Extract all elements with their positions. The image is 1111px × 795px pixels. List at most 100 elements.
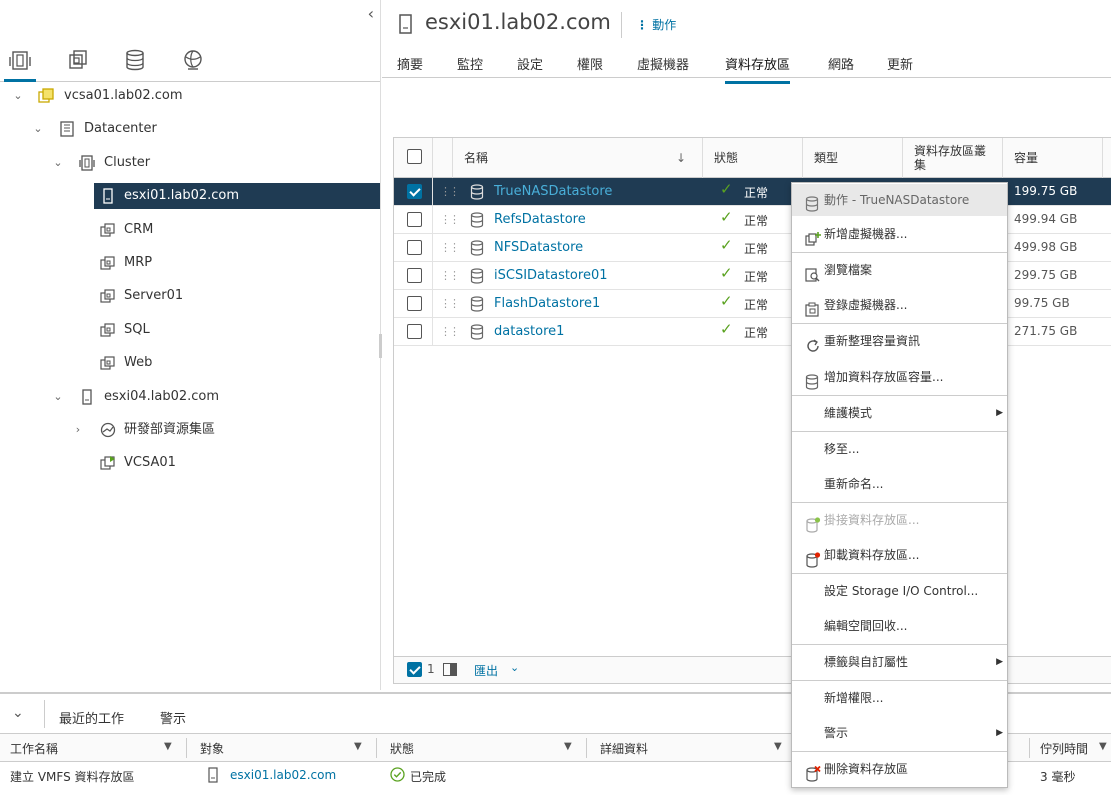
- collapse-panel-icon[interactable]: ⌄: [12, 705, 24, 721]
- column-header-type[interactable]: 類型: [814, 138, 838, 178]
- tab-alarms[interactable]: 警示: [160, 708, 186, 727]
- tree-node-datacenter[interactable]: ⌄ Datacenter: [0, 116, 380, 142]
- row-checkbox[interactable]: [407, 296, 422, 311]
- tree-node-vcenter[interactable]: ⌄ vcsa01.lab02.com: [0, 83, 380, 109]
- datastore-name-link[interactable]: FlashDatastore1: [494, 296, 600, 311]
- filter-icon[interactable]: ▼: [1099, 741, 1107, 752]
- menu-item-tags-attributes[interactable]: 標籤與自訂屬性 ▶: [792, 645, 1007, 679]
- chevron-down-icon[interactable]: ⌄: [31, 116, 45, 142]
- row-checkbox[interactable]: [407, 212, 422, 227]
- menu-item-maintenance-mode[interactable]: 維護模式 ▶: [792, 396, 1007, 430]
- menu-item-storage-io-control[interactable]: 設定 Storage I/O Control...: [792, 574, 1007, 608]
- filter-icon[interactable]: ▼: [564, 741, 572, 752]
- tab-configure[interactable]: 設定: [517, 54, 543, 73]
- datastore-name-link[interactable]: iSCSIDatastore01: [494, 268, 608, 283]
- drag-handle-icon[interactable]: ⋮⋮: [440, 297, 460, 310]
- menu-item-move-to[interactable]: 移至...: [792, 432, 1007, 466]
- tab-updates[interactable]: 更新: [887, 54, 913, 73]
- drag-handle-icon[interactable]: ⋮⋮: [440, 213, 460, 226]
- menu-item-label: 增加資料存放區容量...: [824, 370, 944, 384]
- completed-icon: [390, 767, 405, 785]
- filter-icon[interactable]: ▼: [354, 741, 362, 752]
- chevron-down-icon[interactable]: ⌄: [510, 661, 519, 674]
- task-target-link[interactable]: esxi01.lab02.com: [230, 768, 336, 782]
- menu-item-refresh-capacity[interactable]: 重新整理容量資訊: [792, 324, 1007, 358]
- chevron-down-icon[interactable]: ⌄: [11, 83, 25, 109]
- export-button[interactable]: 匯出: [474, 662, 498, 679]
- tree-node-vm[interactable]: Server01: [0, 283, 380, 309]
- tree-node-label: MRP: [124, 255, 153, 270]
- collapse-navigator-icon[interactable]: ‹: [368, 4, 374, 23]
- drag-handle-icon[interactable]: ⋮⋮: [440, 269, 460, 282]
- menu-item-label: 新增虛擬機器...: [824, 227, 908, 241]
- menu-item-rename[interactable]: 重新命名...: [792, 467, 1007, 501]
- datastore-name-link[interactable]: datastore1: [494, 324, 564, 339]
- tab-vms[interactable]: 虛擬機器: [637, 54, 689, 73]
- panel-splitter[interactable]: [379, 334, 382, 358]
- column-header-details[interactable]: 詳細資料: [600, 740, 648, 757]
- tree-node-cluster[interactable]: ⌄ Cluster: [0, 150, 380, 176]
- tree-node-vm[interactable]: CRM: [0, 217, 380, 243]
- menu-item-unmount-datastore[interactable]: 卸載資料存放區...: [792, 538, 1007, 572]
- vms-templates-tab-icon[interactable]: [64, 48, 92, 74]
- drag-handle-icon[interactable]: ⋮⋮: [440, 185, 460, 198]
- tree-node-vm[interactable]: SQL: [0, 317, 380, 343]
- storage-tab-icon[interactable]: [121, 48, 149, 74]
- tab-monitor[interactable]: 監控: [457, 54, 483, 73]
- tree-node-label: Cluster: [104, 155, 151, 170]
- selected-items-checkbox[interactable]: [407, 662, 422, 677]
- column-header-name[interactable]: 名稱: [464, 138, 488, 178]
- tree-node-host-selected[interactable]: esxi01.lab02.com: [0, 183, 380, 209]
- tab-permissions[interactable]: 權限: [577, 54, 603, 73]
- datastore-name-link[interactable]: NFSDatastore: [494, 240, 583, 255]
- row-checkbox[interactable]: [407, 324, 422, 339]
- actions-menu-button[interactable]: ⋮ 動作: [636, 16, 676, 33]
- column-header-task-name[interactable]: 工作名稱: [10, 740, 58, 757]
- tree-node-resource-pool[interactable]: › 研發部資源集區: [0, 417, 380, 443]
- datastore-name-link[interactable]: TrueNASDatastore: [494, 184, 612, 199]
- tree-node-label: CRM: [124, 222, 154, 237]
- menu-item-new-vm[interactable]: 新增虛擬機器...: [792, 217, 1007, 251]
- column-header-target[interactable]: 對象: [200, 740, 224, 757]
- datastore-name-link[interactable]: RefsDatastore: [494, 212, 586, 227]
- menu-item-browse-files[interactable]: 瀏覽檔案: [792, 253, 1007, 287]
- filter-icon[interactable]: ▼: [164, 741, 172, 752]
- menu-item-register-vm[interactable]: 登錄虛擬機器...: [792, 288, 1007, 322]
- tab-datastores[interactable]: 資料存放區: [725, 54, 791, 84]
- column-header-capacity[interactable]: 容量: [1014, 138, 1038, 178]
- chevron-down-icon[interactable]: ⌄: [51, 150, 65, 176]
- hosts-clusters-tab-icon[interactable]: [4, 48, 36, 82]
- tab-summary[interactable]: 摘要: [397, 54, 423, 73]
- chevron-right-icon[interactable]: ›: [71, 417, 85, 443]
- filter-icon[interactable]: ▼: [774, 741, 782, 752]
- column-header-status[interactable]: 狀態: [714, 138, 738, 178]
- networking-tab-icon[interactable]: [179, 48, 207, 74]
- drag-handle-icon[interactable]: ⋮⋮: [440, 325, 460, 338]
- menu-item-alarms[interactable]: 警示 ▶: [792, 716, 1007, 750]
- row-checkbox[interactable]: [407, 268, 422, 283]
- tree-node-label: SQL: [124, 322, 150, 337]
- sort-down-icon[interactable]: ↓: [676, 138, 686, 178]
- menu-item-delete-datastore[interactable]: 刪除資料存放區: [792, 752, 1007, 786]
- tab-networks[interactable]: 網路: [828, 54, 854, 73]
- column-header-queue-time[interactable]: 佇列時間: [1040, 740, 1088, 757]
- tree-node-vm[interactable]: MRP: [0, 250, 380, 276]
- menu-item-add-permission[interactable]: 新增權限...: [792, 681, 1007, 715]
- drag-handle-icon[interactable]: ⋮⋮: [440, 241, 460, 254]
- menu-item-space-reclamation[interactable]: 編輯空間回收...: [792, 609, 1007, 643]
- column-header-status[interactable]: 狀態: [390, 740, 414, 757]
- status-ok-icon: ✓: [720, 236, 733, 254]
- tree-node-host[interactable]: ⌄ esxi04.lab02.com: [0, 384, 380, 410]
- row-checkbox[interactable]: [407, 240, 422, 255]
- menu-item-increase-capacity[interactable]: 增加資料存放區容量...: [792, 360, 1007, 394]
- datastore-icon: [805, 192, 821, 212]
- row-checkbox[interactable]: [407, 184, 422, 199]
- tree-node-vm[interactable]: Web: [0, 350, 380, 376]
- tab-recent-tasks[interactable]: 最近的工作: [56, 708, 127, 737]
- tree-node-vm[interactable]: VCSA01: [0, 450, 380, 476]
- column-toggle-icon[interactable]: [443, 663, 457, 680]
- chevron-down-icon[interactable]: ⌄: [51, 384, 65, 410]
- menu-item-mount-datastore[interactable]: 掛接資料存放區...: [792, 503, 1007, 537]
- select-all-checkbox[interactable]: [407, 149, 422, 164]
- submenu-arrow-icon: ▶: [996, 657, 1003, 667]
